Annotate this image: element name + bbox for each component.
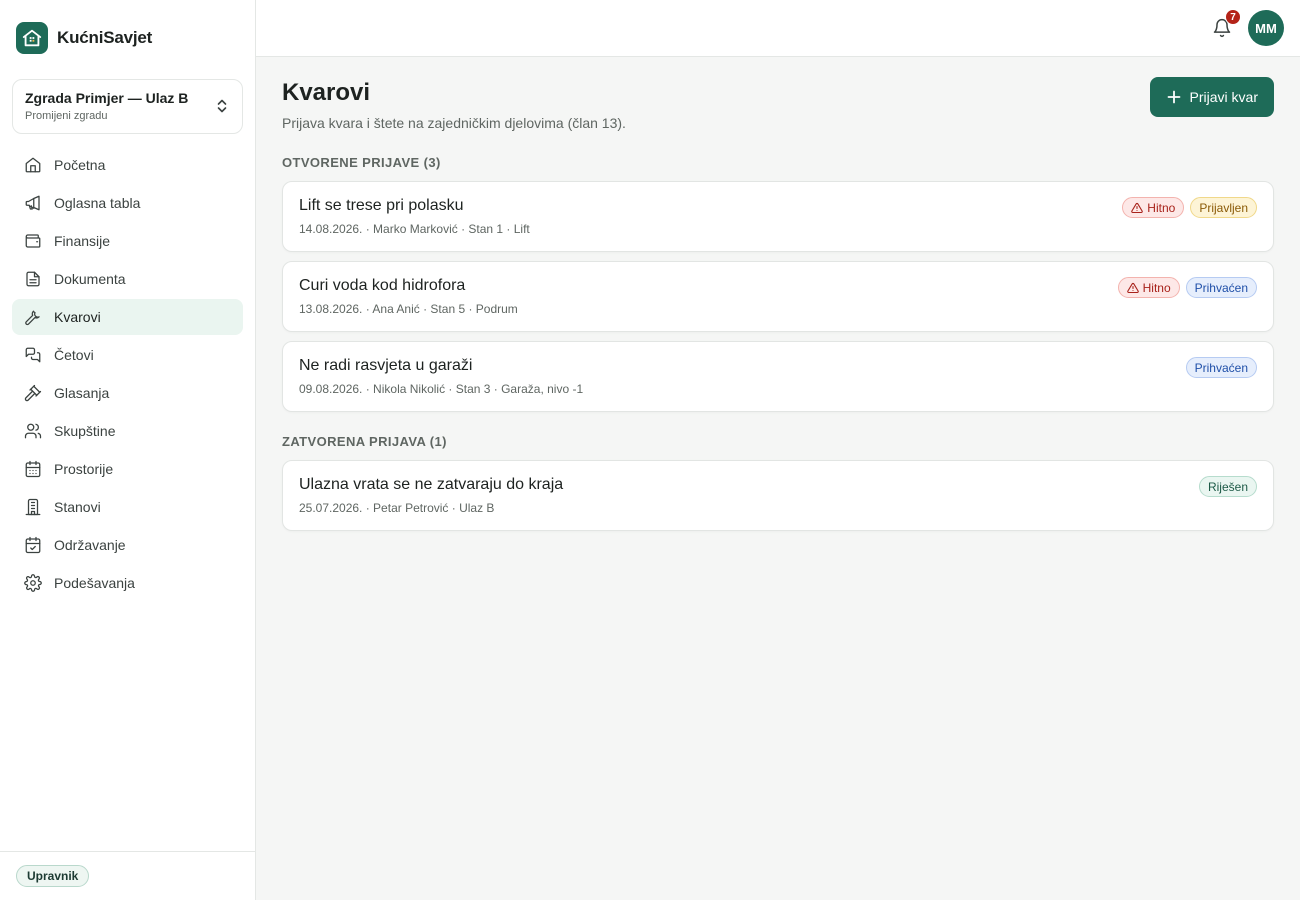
sidebar-item-label: Četovi [54, 347, 94, 363]
status-badge: Riješen [1198, 476, 1257, 497]
sidebar-item-home[interactable]: Početna [12, 147, 243, 183]
document-icon [26, 271, 40, 287]
fault-title: Ulazna vrata se ne zatvaraju do kraja [299, 476, 564, 493]
sidebar-item-faults[interactable]: Kvarovi [12, 299, 243, 335]
gavel-icon [24, 384, 42, 402]
sidebar-item-meetings[interactable]: Skupštine [12, 413, 243, 449]
building-icon [25, 498, 41, 516]
calendar-check-icon [25, 536, 41, 554]
sidebar-item-label: Oglasna tabla [54, 195, 141, 211]
sidebar-item-votes[interactable]: Glasanja [12, 375, 243, 411]
sidebar-item-label: Kvarovi [54, 309, 101, 325]
sidebar-item-label: Podešavanja [54, 575, 135, 591]
sidebar-item-label: Prostorije [54, 461, 114, 477]
brand[interactable]: KućniSavjet [0, 0, 255, 56]
report-fault-button[interactable]: Prijavi kvar [1149, 77, 1274, 117]
sidebar-item-maintenance[interactable]: Održavanje [12, 527, 243, 563]
sidebar: KućniSavjet Zgrada Primjer — Ulaz B Prom… [0, 0, 256, 900]
fault-meta: 25.07.2026. · Petar Petrović · Ulaz B [299, 501, 495, 515]
fault-title: Lift se trese pri polasku [299, 197, 464, 214]
sidebar-item-chats[interactable]: Četovi [12, 337, 243, 373]
gear-icon [24, 574, 42, 592]
sidebar-item-label: Skupštine [54, 423, 116, 439]
app-name: KućniSavjet [57, 27, 153, 47]
notifications-button[interactable]: 7 [1206, 9, 1241, 44]
sidebar-item-apartments[interactable]: Stanovi [12, 489, 243, 525]
chevrons-up-down-icon [217, 99, 227, 113]
role-badge: Upravnik [16, 865, 90, 887]
fault-badges: Prihvaćen [1185, 357, 1257, 378]
status-badge: Prijavljen [1190, 197, 1257, 218]
megaphone-icon [25, 195, 40, 211]
sidebar-item-settings[interactable]: Podešavanja [12, 565, 243, 601]
wrench-icon [25, 310, 40, 326]
fault-badges: Hitno Prihvaćen [1117, 277, 1257, 298]
fault-title: Curi voda kod hidrofora [299, 277, 466, 294]
building-change-label: Promijeni zgradu [25, 110, 108, 122]
closed-reports-list: Ulazna vrata se ne zatvaraju do kraja 25.… [282, 460, 1274, 531]
fault-meta: 14.08.2026. · Marko Marković · Stan 1 · … [299, 222, 530, 236]
house-logo-icon [16, 21, 48, 54]
main-area: 7 MM Kvarovi Prijava kvara i štete na za… [256, 0, 1300, 900]
page-content: Kvarovi Prijava kvara i štete na zajedni… [256, 57, 1300, 540]
plus-icon [1167, 90, 1180, 104]
wallet-icon [25, 234, 41, 248]
status-badge: Prihvaćen [1185, 357, 1257, 378]
sidebar-item-docs[interactable]: Dokumenta [12, 261, 243, 297]
warning-triangle-icon [1131, 202, 1144, 213]
fault-badges: Riješen [1198, 476, 1257, 497]
fault-badges: Hitno Prijavljen [1122, 197, 1257, 218]
sidebar-footer: Upravnik [0, 851, 255, 900]
fault-report-card[interactable]: Ulazna vrata se ne zatvaraju do kraja 25.… [282, 460, 1274, 531]
fault-title: Ne radi rasvjeta u garaži [299, 357, 473, 374]
page-title: Kvarovi [282, 79, 371, 106]
sidebar-item-label: Finansije [54, 233, 111, 249]
closed-reports-heading: Zatvorena prijava (1) [282, 434, 447, 449]
user-avatar[interactable]: MM [1248, 10, 1284, 46]
sidebar-item-finance[interactable]: Finansije [12, 223, 243, 259]
open-reports-heading: Otvorene prijave (3) [282, 155, 441, 170]
sidebar-item-label: Glasanja [54, 385, 110, 401]
building-switcher[interactable]: Zgrada Primjer — Ulaz B Promijeni zgradu [12, 79, 243, 134]
urgent-badge: Hitno [1122, 197, 1185, 218]
sidebar-item-label: Održavanje [54, 537, 126, 553]
report-fault-label: Prijavi kvar [1189, 89, 1258, 105]
home-icon [25, 157, 41, 173]
warning-triangle-icon [1126, 282, 1139, 293]
sidebar-item-label: Početna [54, 157, 106, 173]
chat-icon [25, 347, 41, 363]
calendar-icon [25, 460, 41, 478]
urgent-badge: Hitno [1117, 277, 1180, 298]
open-reports-list: Lift se trese pri polasku 14.08.2026. · M… [282, 181, 1274, 412]
sidebar-item-board[interactable]: Oglasna tabla [12, 185, 243, 221]
fault-meta: 13.08.2026. · Ana Anić · Stan 5 · Podrum [299, 302, 518, 316]
building-name: Zgrada Primjer — Ulaz B [25, 90, 189, 106]
status-badge: Prihvaćen [1185, 277, 1257, 298]
urgent-label: Hitno [1147, 200, 1176, 215]
fault-report-card[interactable]: Lift se trese pri polasku 14.08.2026. · M… [282, 181, 1274, 252]
sidebar-nav: Početna Oglasna tabla Finansije Dokumenta Kv… [0, 147, 255, 601]
fault-report-card[interactable]: Ne radi rasvjeta u garaži 09.08.2026. · N… [282, 341, 1274, 412]
sidebar-item-rooms[interactable]: Prostorije [12, 451, 243, 487]
sidebar-item-label: Dokumenta [54, 271, 126, 287]
fault-report-card[interactable]: Curi voda kod hidrofora 13.08.2026. · Ana… [282, 261, 1274, 332]
fault-meta: 09.08.2026. · Nikola Nikolić · Stan 3 · … [299, 382, 584, 396]
urgent-label: Hitno [1142, 280, 1171, 295]
users-icon [24, 423, 42, 439]
sidebar-item-label: Stanovi [54, 499, 101, 515]
notification-count-badge: 7 [1225, 9, 1241, 25]
page-subtitle: Prijava kvara i štete na zajedničkim dje… [282, 115, 626, 131]
topbar: 7 MM [256, 0, 1300, 57]
